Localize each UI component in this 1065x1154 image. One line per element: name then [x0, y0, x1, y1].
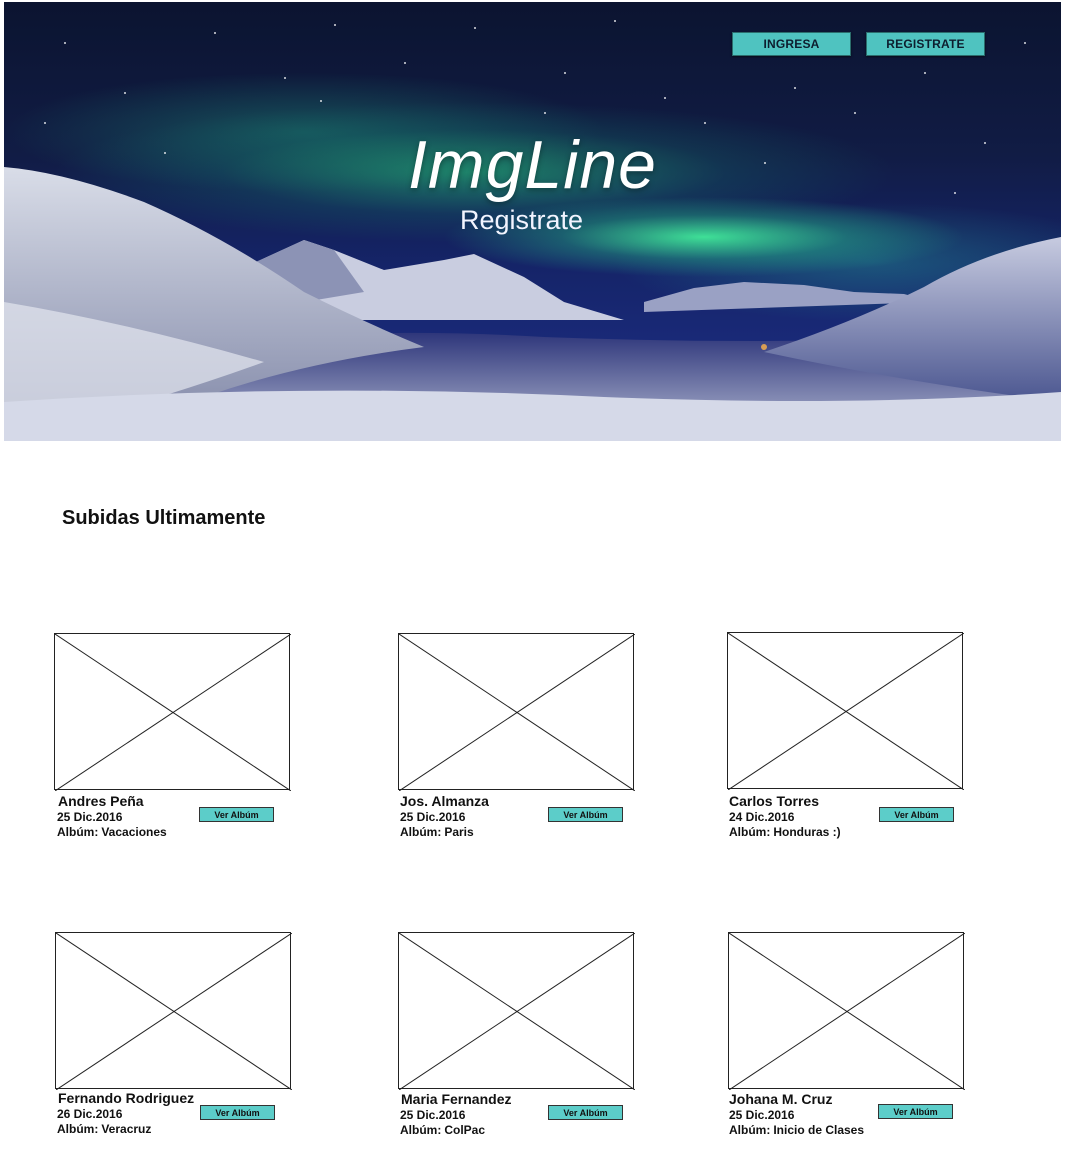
view-album-button[interactable]: Ver Albúm [548, 807, 623, 822]
image-placeholder[interactable] [54, 633, 291, 791]
image-placeholder-icon [399, 634, 635, 791]
upload-date: 26 Dic.2016 [57, 1107, 123, 1121]
view-album-button[interactable]: Ver Albúm [200, 1105, 275, 1120]
section-title: Subidas Ultimamente [62, 507, 266, 529]
image-placeholder[interactable] [727, 632, 964, 790]
album-name: Paris [444, 825, 474, 839]
album-name: Honduras :) [773, 825, 841, 839]
upload-date: 24 Dic.2016 [729, 810, 795, 824]
album-info: Albúm: ColPac [400, 1123, 485, 1137]
album-name: Veracruz [101, 1122, 152, 1136]
album-label: Albúm: [400, 825, 442, 839]
view-album-button[interactable]: Ver Albúm [548, 1105, 623, 1120]
upload-date: 25 Dic.2016 [729, 1108, 795, 1122]
album-name: Vacaciones [101, 825, 167, 839]
album-info: Albúm: Veracruz [57, 1122, 151, 1136]
album-name: ColPac [444, 1123, 486, 1137]
album-info: Albúm: Honduras :) [729, 825, 841, 839]
album-label: Albúm: [729, 1123, 771, 1137]
image-placeholder[interactable] [398, 633, 635, 791]
album-info: Albúm: Inicio de Clases [729, 1123, 864, 1137]
login-button[interactable]: INGRESA [732, 32, 851, 56]
album-label: Albúm: [57, 825, 99, 839]
image-placeholder-icon [729, 933, 965, 1090]
view-album-button[interactable]: Ver Albúm [878, 1104, 953, 1119]
image-placeholder[interactable] [728, 932, 965, 1090]
view-album-button[interactable]: Ver Albúm [199, 807, 274, 822]
uploader-name: Andres Peña [58, 793, 144, 809]
site-logo: ImgLine [408, 127, 657, 203]
view-album-button[interactable]: Ver Albúm [879, 807, 954, 822]
upload-date: 25 Dic.2016 [57, 810, 123, 824]
album-info: Albúm: Paris [400, 825, 474, 839]
image-placeholder-icon [728, 633, 964, 790]
image-placeholder-icon [55, 634, 291, 791]
hero-register-link[interactable]: Registrate [4, 205, 1039, 236]
image-placeholder-icon [399, 933, 635, 1090]
register-button[interactable]: REGISTRATE [866, 32, 985, 56]
album-name: Inicio de Clases [773, 1123, 865, 1137]
uploader-name: Fernando Rodriguez [58, 1090, 195, 1106]
uploader-name: Jos. Almanza [400, 793, 489, 809]
album-info: Albúm: Vacaciones [57, 825, 167, 839]
upload-date: 25 Dic.2016 [400, 810, 466, 824]
upload-date: 25 Dic.2016 [400, 1108, 466, 1122]
image-placeholder-icon [56, 933, 292, 1090]
hero-banner: INGRESA REGISTRATE ImgLine Registrate [4, 2, 1061, 441]
album-label: Albúm: [729, 825, 771, 839]
uploader-name: Maria Fernandez [401, 1091, 512, 1107]
image-placeholder[interactable] [55, 932, 292, 1090]
uploader-name: Johana M. Cruz [729, 1091, 833, 1107]
uploader-name: Carlos Torres [729, 793, 819, 809]
album-label: Albúm: [400, 1123, 442, 1137]
album-label: Albúm: [57, 1122, 99, 1136]
image-placeholder[interactable] [398, 932, 635, 1090]
